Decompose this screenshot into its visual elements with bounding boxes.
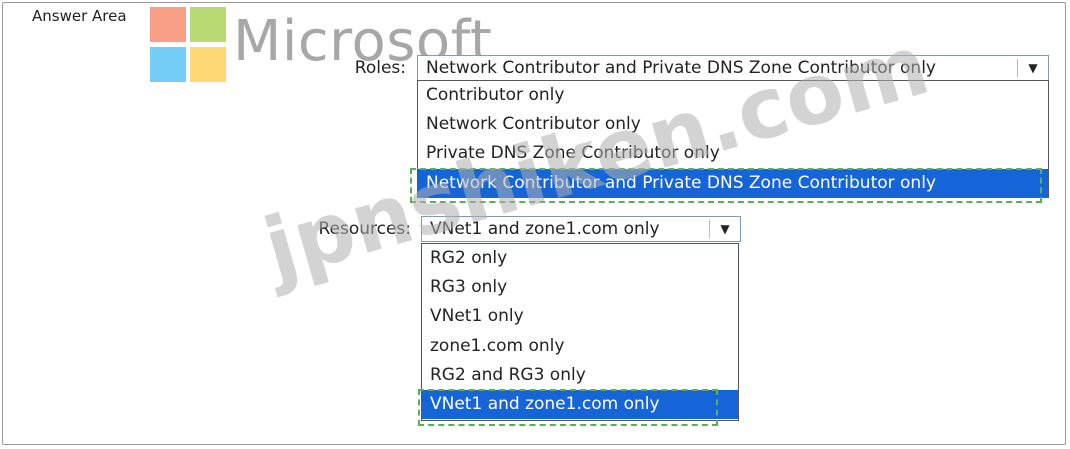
roles-options-list: Contributor only Network Contributor onl… — [417, 80, 1049, 198]
logo-yellow-square — [190, 47, 226, 82]
resources-option-vnet1[interactable]: VNet1 only — [422, 302, 738, 331]
resources-option-zone1[interactable]: zone1.com only — [422, 332, 738, 361]
resources-options-list: RG2 only RG3 only VNet1 only zone1.com o… — [421, 243, 739, 421]
chevron-down-icon[interactable]: ▼ — [716, 217, 734, 241]
roles-option-contributor[interactable]: Contributor only — [418, 81, 1048, 110]
microsoft-logo — [150, 7, 228, 83]
chevron-down-icon[interactable]: ▼ — [1024, 56, 1042, 80]
dropdown-divider — [1017, 59, 1018, 77]
answer-area-heading: Answer Area — [32, 7, 127, 25]
logo-red-square — [150, 7, 186, 42]
roles-option-network-contributor[interactable]: Network Contributor only — [418, 110, 1048, 139]
roles-selected-value: Network Contributor and Private DNS Zone… — [426, 58, 936, 78]
logo-green-square — [190, 7, 226, 42]
resources-option-rg3[interactable]: RG3 only — [422, 273, 738, 302]
dropdown-divider — [709, 220, 710, 238]
roles-option-private-dns-contributor[interactable]: Private DNS Zone Contributor only — [418, 139, 1048, 168]
roles-label: Roles: — [354, 58, 406, 78]
roles-dropdown[interactable]: Network Contributor and Private DNS Zone… — [417, 55, 1049, 81]
resources-option-rg2-and-rg3[interactable]: RG2 and RG3 only — [422, 361, 738, 390]
resources-option-rg2[interactable]: RG2 only — [422, 244, 738, 273]
logo-blue-square — [150, 47, 186, 82]
resources-dropdown[interactable]: VNet1 and zone1.com only ▼ — [421, 216, 741, 242]
roles-option-network-and-dns-contributor[interactable]: Network Contributor and Private DNS Zone… — [418, 168, 1048, 198]
resources-label: Resources: — [318, 219, 411, 239]
resources-selected-value: VNet1 and zone1.com only — [430, 219, 660, 239]
resources-option-vnet1-and-zone1[interactable]: VNet1 and zone1.com only — [422, 389, 738, 420]
